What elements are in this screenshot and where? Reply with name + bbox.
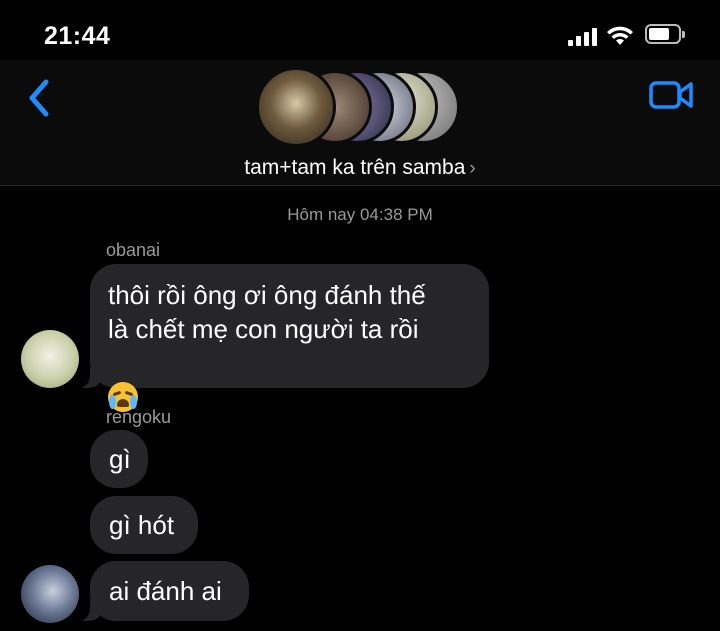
conversation-header: tam+tam ka trên samba ›	[0, 60, 720, 186]
sender-name: obanai	[106, 240, 161, 260]
message-bubble[interactable]: gì	[90, 430, 148, 488]
message-bubble[interactable]: thôi rồi ông ơi ông đánh thế là chết mẹ …	[73, 264, 489, 412]
avatar[interactable]	[21, 330, 79, 388]
message-bubble[interactable]: ai đánh ai	[73, 561, 249, 621]
signal-icon	[568, 28, 600, 46]
message-text: gì hót	[109, 510, 175, 540]
group-avatar	[256, 67, 336, 147]
battery-icon	[645, 24, 685, 44]
loudly-crying-face-icon	[108, 382, 138, 412]
avatar[interactable]	[21, 565, 79, 623]
message-text: gì	[109, 444, 131, 474]
group-name-label: tam+tam ka trên samba	[244, 156, 466, 179]
chevron-left-icon[interactable]	[22, 76, 56, 120]
video-camera-icon[interactable]	[648, 78, 694, 112]
chevron-right-icon: ›	[469, 158, 476, 179]
group-name[interactable]: tam+tam ka trên samba ›	[0, 156, 720, 180]
message-bubble[interactable]: gì hót	[90, 496, 198, 554]
group-avatars[interactable]	[256, 67, 466, 147]
message-timestamp: Hôm nay 04:38 PM	[287, 205, 433, 224]
message-text: thôi rồi ông ơi ông đánh thế là chết mẹ …	[108, 280, 426, 344]
message-text: ai đánh ai	[109, 576, 222, 606]
wifi-icon	[607, 26, 633, 45]
status-time: 21:44	[44, 22, 111, 50]
